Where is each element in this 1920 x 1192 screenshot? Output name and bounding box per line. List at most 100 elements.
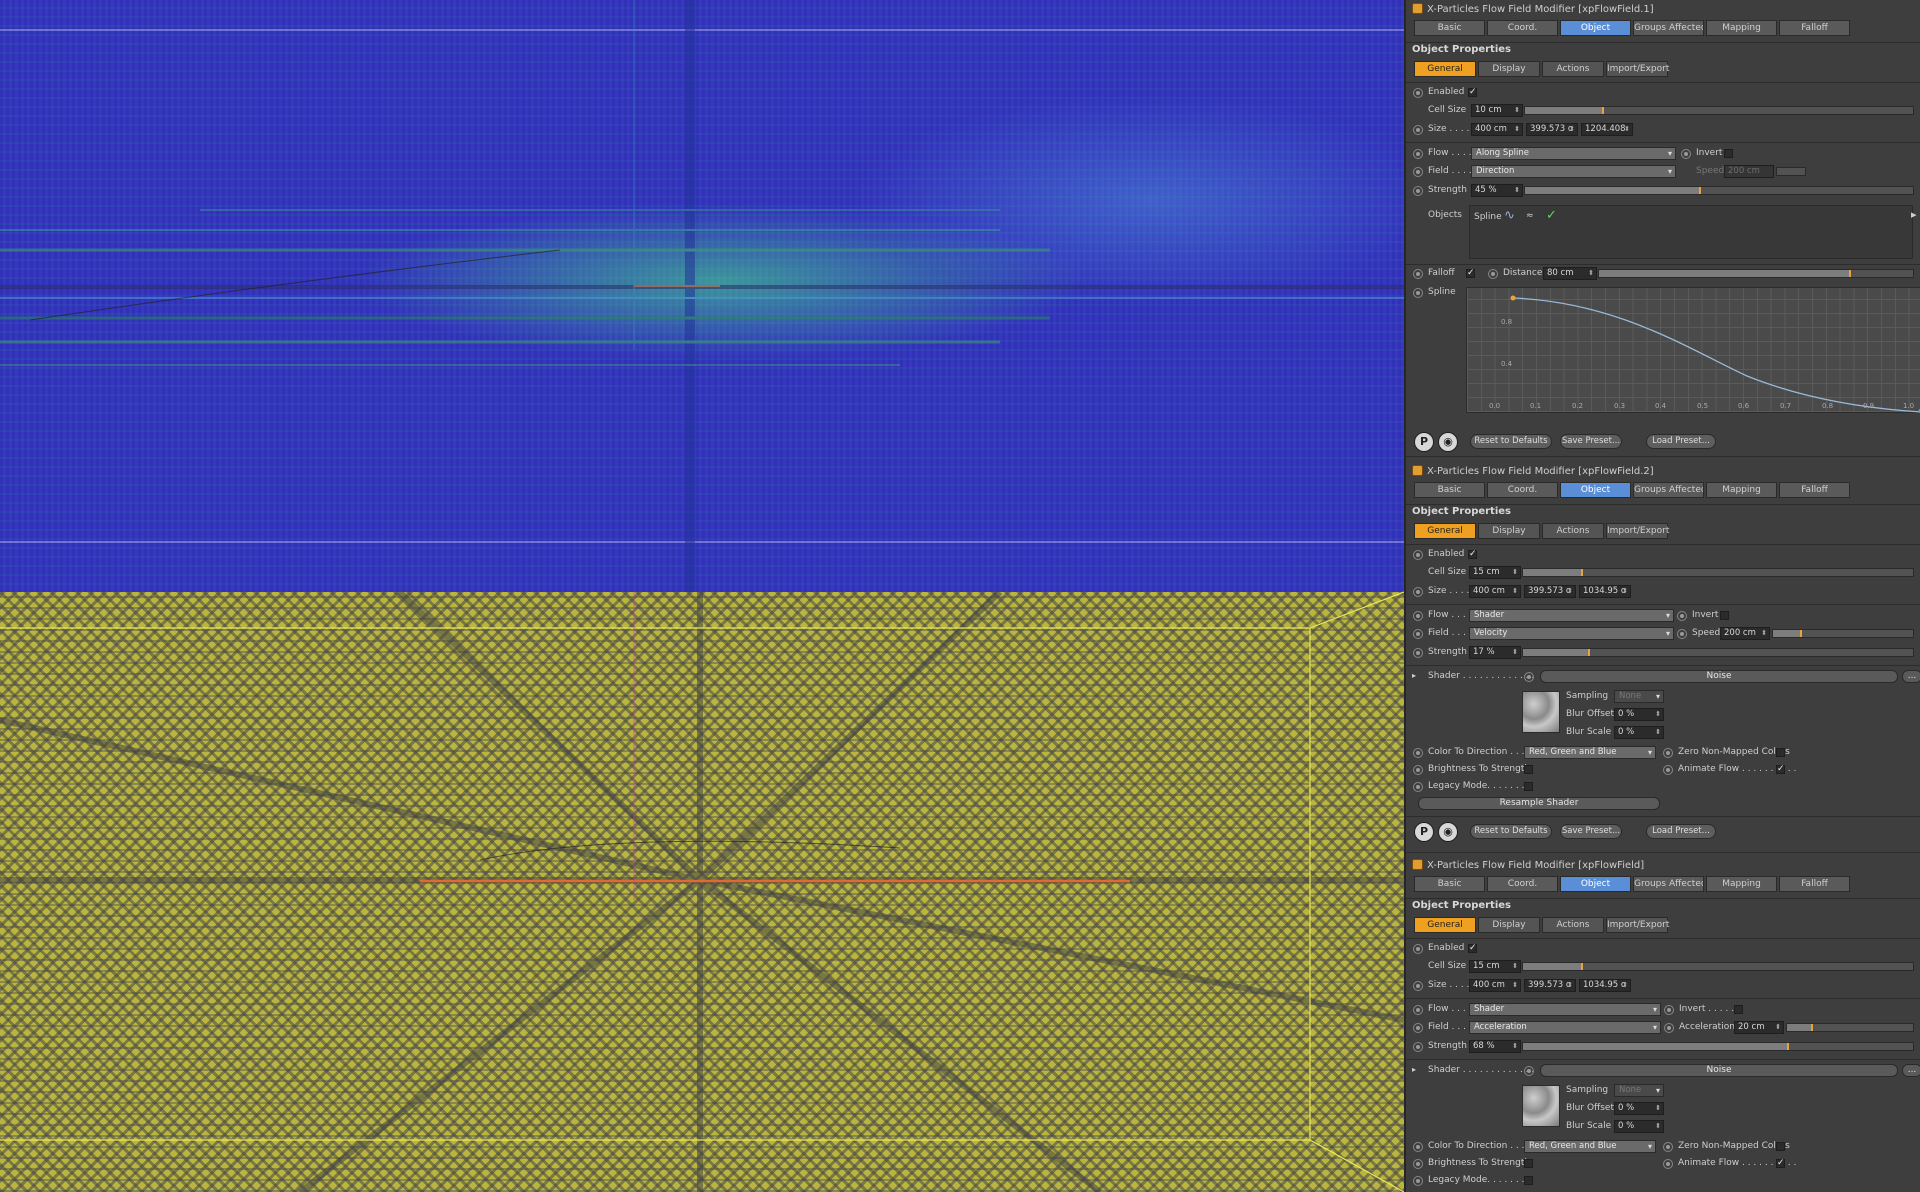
legacy-checkbox[interactable]: [1524, 1176, 1533, 1185]
subtab-display[interactable]: Display: [1478, 917, 1540, 933]
distance-field[interactable]: 80 cm ⬍: [1543, 267, 1597, 280]
shader-button[interactable]: Noise: [1540, 1064, 1898, 1077]
keyframe-radio[interactable]: [1413, 550, 1423, 560]
preset-icon[interactable]: P: [1414, 432, 1434, 452]
cellsize-field[interactable]: 15 cm ⬍: [1469, 960, 1521, 973]
field-dropdown[interactable]: Velocity: [1469, 627, 1674, 640]
objects-list[interactable]: Spline ∿ ≈ ✓: [1469, 205, 1913, 259]
preset-icon[interactable]: P: [1414, 822, 1434, 842]
tab-coord[interactable]: Coord.: [1487, 876, 1558, 892]
size-y-field[interactable]: 399.573 c ⬍: [1526, 123, 1578, 136]
blur-offset-field[interactable]: 0 % ⬍: [1614, 1102, 1664, 1115]
keyframe-radio[interactable]: [1413, 629, 1423, 639]
keyframe-radio[interactable]: [1413, 1023, 1423, 1033]
tab-basic[interactable]: Basic: [1414, 876, 1485, 892]
invert-checkbox[interactable]: [1724, 149, 1733, 158]
flow-dropdown[interactable]: Shader: [1469, 1003, 1661, 1016]
subtab-import-export[interactable]: Import/Export: [1606, 61, 1669, 77]
reset-defaults-button[interactable]: Reset to Defaults: [1470, 824, 1552, 839]
zero-nonmapped-checkbox[interactable]: [1776, 1142, 1785, 1151]
keyframe-radio[interactable]: [1413, 1005, 1423, 1015]
color-direction-dropdown[interactable]: Red, Green and Blue: [1524, 746, 1656, 759]
shader-button[interactable]: Noise: [1540, 670, 1898, 683]
keyframe-radio[interactable]: [1677, 611, 1687, 621]
tab-groups-affected[interactable]: Groups Affected: [1633, 876, 1704, 892]
viewport[interactable]: [0, 0, 1404, 1192]
keyframe-radio[interactable]: [1413, 587, 1423, 597]
keyframe-radio[interactable]: [1413, 611, 1423, 621]
keyframe-radio[interactable]: [1413, 748, 1423, 758]
keyframe-radio[interactable]: [1413, 944, 1423, 954]
save-preset-button[interactable]: Save Preset...: [1560, 434, 1622, 449]
reset-defaults-button[interactable]: Reset to Defaults: [1470, 434, 1552, 449]
subtab-general[interactable]: General: [1414, 61, 1476, 77]
keyframe-radio[interactable]: [1488, 269, 1498, 279]
keyframe-radio[interactable]: [1413, 1176, 1423, 1186]
keyframe-radio[interactable]: [1677, 629, 1687, 639]
chevron-icon[interactable]: ▸: [1911, 208, 1917, 221]
tab-coord[interactable]: Coord.: [1487, 482, 1558, 498]
subtab-general[interactable]: General: [1414, 917, 1476, 933]
field-dropdown[interactable]: Acceleration: [1469, 1021, 1661, 1034]
keyframe-radio[interactable]: [1663, 748, 1673, 758]
record-icon[interactable]: ◉: [1438, 432, 1458, 452]
speed-field[interactable]: 200 cm: [1724, 165, 1774, 178]
invert-checkbox[interactable]: [1720, 611, 1729, 620]
load-preset-button[interactable]: Load Preset...: [1646, 824, 1716, 839]
subtab-import-export[interactable]: Import/Export: [1606, 917, 1669, 933]
flow-dropdown[interactable]: Along Spline: [1471, 147, 1676, 160]
tab-groups-affected[interactable]: Groups Affected: [1633, 482, 1704, 498]
tab-mapping[interactable]: Mapping: [1706, 482, 1777, 498]
tab-object[interactable]: Object: [1560, 20, 1631, 36]
acceleration-field[interactable]: 20 cm ⬍: [1734, 1021, 1784, 1034]
sampling-dropdown[interactable]: None: [1614, 1084, 1664, 1097]
load-preset-button[interactable]: Load Preset...: [1646, 434, 1716, 449]
shader-more-button[interactable]: ...: [1902, 1064, 1920, 1077]
objects-item-spline[interactable]: Spline: [1474, 212, 1502, 222]
subtab-import-export[interactable]: Import/Export: [1606, 523, 1669, 539]
strength-slider[interactable]: [1522, 1042, 1914, 1051]
brightness-checkbox[interactable]: [1524, 765, 1533, 774]
speed-slider[interactable]: [1772, 629, 1914, 638]
keyframe-radio[interactable]: [1681, 149, 1691, 159]
strength-field[interactable]: 68 % ⬍: [1469, 1040, 1521, 1053]
tab-object[interactable]: Object: [1560, 482, 1631, 498]
tab-falloff[interactable]: Falloff: [1779, 876, 1850, 892]
speed-slider[interactable]: [1776, 167, 1806, 176]
cellsize-slider[interactable]: [1524, 106, 1914, 115]
keyframe-radio[interactable]: [1413, 1142, 1423, 1152]
keyframe-radio[interactable]: [1413, 765, 1423, 775]
keyframe-radio[interactable]: [1413, 981, 1423, 991]
falloff-checkbox[interactable]: ✓: [1466, 269, 1475, 278]
animate-flow-checkbox[interactable]: ✓: [1776, 765, 1785, 774]
legacy-checkbox[interactable]: [1524, 782, 1533, 791]
tab-falloff[interactable]: Falloff: [1779, 482, 1850, 498]
size-y-field[interactable]: 399.573 c ⬍: [1524, 585, 1576, 598]
shader-menu-icon[interactable]: [1524, 1066, 1534, 1076]
strength-slider[interactable]: [1524, 186, 1914, 195]
tab-mapping[interactable]: Mapping: [1706, 876, 1777, 892]
size-x-field[interactable]: 400 cm ⬍: [1469, 585, 1521, 598]
tab-mapping[interactable]: Mapping: [1706, 20, 1777, 36]
size-y-field[interactable]: 399.573 c ⬍: [1524, 979, 1576, 992]
size-z-field[interactable]: 1034.95 c ⬍: [1579, 585, 1631, 598]
falloff-spline-graph[interactable]: 0.8 0.4 0.0 0.1 0.2 0.3 0.4 0.5 0.6 0.7 …: [1466, 287, 1920, 414]
keyframe-radio[interactable]: [1663, 1159, 1673, 1169]
keyframe-radio[interactable]: [1413, 269, 1423, 279]
subtab-display[interactable]: Display: [1478, 523, 1540, 539]
zero-nonmapped-checkbox[interactable]: [1776, 748, 1785, 757]
keyframe-radio[interactable]: [1413, 1042, 1423, 1052]
cellsize-field[interactable]: 15 cm ⬍: [1469, 566, 1521, 579]
enabled-checkbox[interactable]: ✓: [1468, 944, 1477, 953]
keyframe-radio[interactable]: [1413, 167, 1423, 177]
keyframe-radio[interactable]: [1413, 648, 1423, 658]
subtab-display[interactable]: Display: [1478, 61, 1540, 77]
sampling-dropdown[interactable]: None: [1614, 690, 1664, 703]
expand-arrow-icon[interactable]: ▸: [1412, 1065, 1416, 1074]
strength-field[interactable]: 17 % ⬍: [1469, 646, 1521, 659]
record-icon[interactable]: ◉: [1438, 822, 1458, 842]
shader-menu-icon[interactable]: [1524, 672, 1534, 682]
flow-dropdown[interactable]: Shader: [1469, 609, 1674, 622]
strength-field[interactable]: 45 % ⬍: [1471, 184, 1523, 197]
field-dropdown[interactable]: Direction: [1471, 165, 1676, 178]
